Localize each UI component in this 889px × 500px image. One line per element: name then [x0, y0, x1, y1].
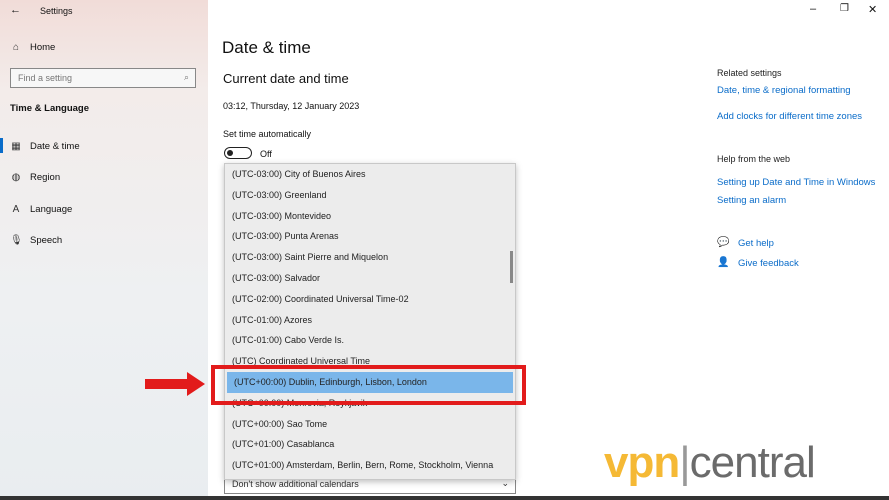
timezone-option[interactable]: (UTC-02:00) Coordinated Universal Time-0… [225, 289, 515, 310]
home-label: Home [30, 42, 56, 53]
sidebar-home[interactable]: ⌂ Home [10, 42, 55, 53]
sidebar: ← Settings ⌂ Home Find a setting ⌕ Time & … [0, 0, 208, 500]
help-heading: Help from the web [717, 154, 791, 164]
timezone-option[interactable]: (UTC-03:00) Salvador [225, 268, 515, 289]
search-placeholder: Find a setting [18, 73, 73, 83]
scrollbar-thumb[interactable] [510, 251, 513, 283]
page-title: Date & time [222, 38, 311, 57]
restore-button[interactable]: ❐ [840, 3, 849, 14]
link-setting-up[interactable]: Setting up Date and Time in Windows [717, 177, 875, 188]
calendar-clock-icon: ▦ [11, 141, 21, 152]
home-icon: ⌂ [12, 42, 20, 53]
link-regional-formatting[interactable]: Date, time & regional formatting [717, 85, 851, 96]
link-alarm[interactable]: Setting an alarm [717, 195, 786, 206]
globe-icon: ◍ [11, 172, 21, 183]
link-add-clocks[interactable]: Add clocks for different time zones [717, 111, 862, 122]
sidebar-item-region[interactable]: ◍ Region [10, 172, 60, 183]
taskbar-edge [0, 496, 889, 500]
timezone-option[interactable]: (UTC-03:00) City of Buenos Aires [225, 164, 515, 185]
timezone-dropdown-list[interactable]: (UTC-03:00) City of Buenos Aires (UTC-03:… [224, 163, 516, 480]
window-title: Settings [40, 6, 73, 16]
auto-time-toggle[interactable] [224, 147, 252, 159]
timezone-option[interactable]: (UTC-01:00) Cabo Verde Is. [225, 330, 515, 351]
minimize-button[interactable]: – [810, 3, 816, 15]
timezone-option[interactable]: (UTC+01:00) Casablanca [225, 434, 515, 455]
highlight-box [211, 365, 526, 405]
current-datetime: 03:12, Thursday, 12 January 2023 [223, 101, 360, 111]
auto-time-label: Set time automatically [223, 129, 312, 139]
timezone-option[interactable]: (UTC+00:00) Sao Tome [225, 414, 515, 435]
search-icon: ⌕ [183, 72, 189, 82]
vpncentral-logo: vpn|central [604, 438, 816, 487]
red-arrow-icon [145, 372, 205, 396]
microphone-icon: 🎙 [10, 235, 23, 246]
give-feedback-link[interactable]: Give feedback [738, 258, 799, 269]
section-heading: Current date and time [223, 71, 349, 86]
item-label: Region [30, 172, 61, 183]
sidebar-item-speech[interactable]: 🎙 Speech [10, 235, 62, 246]
section-title: Time & Language [10, 103, 90, 114]
help-icon: 💬 [717, 237, 730, 248]
back-button[interactable]: ← [10, 4, 21, 16]
toggle-state: Off [260, 149, 272, 159]
sidebar-item-date-time[interactable]: ▦ Date & time [10, 141, 80, 152]
item-label: Date & time [30, 141, 80, 152]
timezone-option[interactable]: (UTC-03:00) Punta Arenas [225, 226, 515, 247]
item-label: Language [30, 204, 73, 215]
timezone-option[interactable]: (UTC-03:00) Saint Pierre and Miquelon [225, 247, 515, 268]
sidebar-item-language[interactable]: A Language [10, 204, 73, 215]
timezone-option[interactable]: (UTC-03:00) Montevideo [225, 206, 515, 227]
timezone-option[interactable]: (UTC+01:00) Amsterdam, Berlin, Bern, Rom… [225, 455, 515, 476]
close-button[interactable]: ✕ [868, 3, 877, 16]
feedback-icon: 👤 [717, 257, 730, 268]
search-input[interactable]: Find a setting ⌕ [10, 68, 196, 88]
get-help-link[interactable]: Get help [738, 238, 774, 249]
timezone-option[interactable]: (UTC-03:00) Greenland [225, 185, 515, 206]
timezone-option[interactable]: (UTC-01:00) Azores [225, 310, 515, 331]
language-icon: A [12, 204, 20, 215]
calendar-value: Don't show additional calendars [232, 479, 359, 489]
active-indicator [0, 138, 3, 153]
item-label: Speech [30, 235, 63, 246]
related-heading: Related settings [717, 68, 782, 78]
